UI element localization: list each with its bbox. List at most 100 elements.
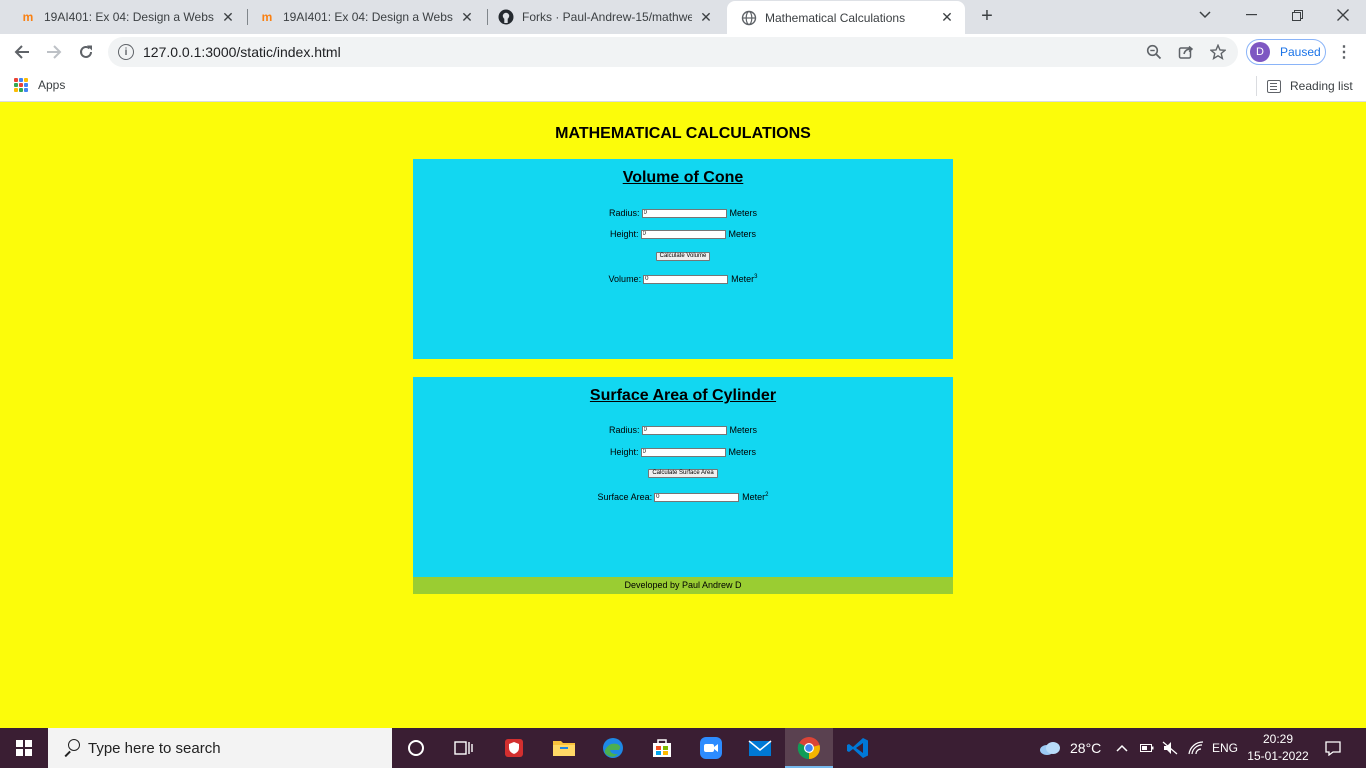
site-info-icon[interactable]: i bbox=[118, 44, 134, 60]
weather-temperature: 28°C bbox=[1070, 740, 1102, 756]
new-tab-icon[interactable]: + bbox=[976, 5, 998, 27]
browser-tab-strip: m 19AI401: Ex 04: Design a Website ✕ m 1… bbox=[0, 0, 1366, 34]
notifications-icon[interactable] bbox=[1325, 728, 1341, 768]
cone-radius-input[interactable] bbox=[641, 208, 727, 218]
language-indicator[interactable]: ENG bbox=[1212, 728, 1238, 768]
windows-taskbar: Type here to search 28°C ENG 20:29 15-01… bbox=[0, 728, 1366, 768]
weather-widget[interactable]: 28°C bbox=[1038, 728, 1101, 768]
close-window-icon[interactable] bbox=[1320, 0, 1366, 30]
reading-list-icon bbox=[1267, 79, 1281, 93]
apps-grid-icon bbox=[14, 78, 28, 92]
task-view-icon[interactable] bbox=[440, 728, 488, 768]
tab-title: 19AI401: Ex 04: Design a Website bbox=[283, 10, 453, 24]
tab-title: Mathematical Calculations bbox=[765, 10, 906, 25]
tab-title: 19AI401: Ex 04: Design a Website bbox=[44, 10, 214, 24]
minimize-icon[interactable] bbox=[1228, 0, 1274, 30]
radius-unit: Meters bbox=[729, 208, 758, 218]
vscode-icon[interactable] bbox=[834, 728, 882, 768]
restore-icon[interactable] bbox=[1274, 0, 1320, 30]
close-icon[interactable]: ✕ bbox=[220, 9, 236, 25]
reading-list-button[interactable]: Reading list bbox=[1256, 76, 1353, 96]
system-clock[interactable]: 20:29 15-01-2022 bbox=[1240, 731, 1316, 765]
volume-unit-exponent: 3 bbox=[754, 274, 758, 280]
windows-logo-icon bbox=[16, 740, 32, 756]
cylinder-height-row: Height: Meters bbox=[413, 447, 953, 457]
zoom-app-icon[interactable] bbox=[687, 728, 735, 768]
store-icon[interactable] bbox=[638, 728, 686, 768]
clock-date: 15-01-2022 bbox=[1247, 749, 1309, 763]
radius-unit: Meters bbox=[729, 425, 758, 435]
mail-icon[interactable] bbox=[736, 728, 784, 768]
battery-icon[interactable] bbox=[1140, 728, 1154, 768]
clock-time: 20:29 bbox=[1262, 732, 1294, 746]
back-arrow-icon[interactable] bbox=[8, 38, 36, 66]
browser-tab-1[interactable]: m 19AI401: Ex 04: Design a Website ✕ bbox=[6, 0, 246, 34]
page-footer: Developed by Paul Andrew D bbox=[413, 577, 953, 594]
wifi-icon[interactable] bbox=[1188, 728, 1204, 768]
globe-icon bbox=[741, 10, 757, 26]
close-icon[interactable]: ✕ bbox=[939, 9, 955, 26]
share-icon[interactable] bbox=[1177, 43, 1195, 61]
edge-browser-icon[interactable] bbox=[589, 728, 637, 768]
radius-label: Radius: bbox=[608, 425, 640, 435]
browser-tab-4[interactable]: Mathematical Calculations ✕ bbox=[727, 1, 965, 34]
reload-icon[interactable] bbox=[72, 38, 100, 66]
speaker-muted-icon[interactable] bbox=[1162, 728, 1178, 768]
chrome-icon[interactable] bbox=[785, 728, 833, 768]
file-explorer-icon[interactable] bbox=[540, 728, 588, 768]
cone-height-input[interactable] bbox=[640, 229, 726, 239]
more-menu-icon[interactable]: ⋮ bbox=[1336, 42, 1352, 62]
cloud-icon bbox=[1040, 742, 1060, 755]
browser-tab-2[interactable]: m 19AI401: Ex 04: Design a Website ✕ bbox=[245, 0, 485, 34]
cylinder-radius-input[interactable] bbox=[641, 425, 727, 435]
calculate-volume-button[interactable]: Calculate Volume bbox=[655, 252, 711, 261]
tab-search-icon[interactable] bbox=[1182, 0, 1228, 30]
profile-status: Paused bbox=[1280, 45, 1321, 59]
volume-unit: Meter3 bbox=[731, 274, 757, 284]
radius-label: Radius: bbox=[608, 208, 640, 218]
address-bar[interactable]: i 127.0.0.1:3000/static/index.html bbox=[108, 37, 1238, 67]
show-hidden-icons[interactable] bbox=[1116, 728, 1128, 768]
close-icon[interactable]: ✕ bbox=[459, 9, 475, 25]
cylinder-result-row: Surface Area: Meter2 bbox=[413, 492, 953, 502]
zoom-icon[interactable] bbox=[1145, 43, 1163, 61]
taskbar-search-box[interactable]: Type here to search bbox=[48, 728, 392, 768]
surface-area-unit-text: Meter bbox=[742, 492, 766, 502]
close-icon[interactable]: ✕ bbox=[698, 9, 714, 25]
github-icon bbox=[498, 9, 514, 25]
bookmark-star-icon[interactable] bbox=[1209, 43, 1227, 61]
tab-title: Forks · Paul-Andrew-15/mathweb bbox=[522, 10, 692, 24]
apps-shortcut[interactable]: Apps bbox=[14, 78, 65, 92]
page-title: MATHEMATICAL CALCULATIONS bbox=[555, 125, 811, 142]
height-label: Height: bbox=[609, 447, 639, 457]
cylinder-surface-area-output[interactable] bbox=[654, 492, 740, 502]
cone-volume-output[interactable] bbox=[643, 274, 729, 284]
cylinder-button-row: Calculate Surface Area bbox=[413, 469, 953, 478]
cylinder-radius-row: Radius: Meters bbox=[413, 425, 953, 435]
browser-tab-3[interactable]: Forks · Paul-Andrew-15/mathweb ✕ bbox=[484, 0, 724, 34]
security-app-icon[interactable] bbox=[490, 728, 538, 768]
start-button[interactable] bbox=[0, 728, 48, 768]
bookmarks-bar: Apps Reading list bbox=[0, 70, 1366, 102]
chevron-up-icon bbox=[1116, 744, 1128, 752]
cylinder-surface-area-card: Surface Area of Cylinder Radius: Meters … bbox=[413, 377, 953, 577]
apps-label: Apps bbox=[38, 78, 66, 92]
browser-toolbar: i 127.0.0.1:3000/static/index.html D Pau… bbox=[0, 34, 1366, 70]
cylinder-heading: Surface Area of Cylinder bbox=[589, 387, 777, 404]
avatar: D bbox=[1250, 42, 1270, 62]
url-text: 127.0.0.1:3000/static/index.html bbox=[143, 44, 341, 60]
cone-volume-card: Volume of Cone Radius: Meters Height: Me… bbox=[413, 159, 953, 359]
cylinder-height-input[interactable] bbox=[640, 447, 726, 457]
cone-radius-row: Radius: Meters bbox=[413, 208, 953, 218]
forward-arrow-icon[interactable] bbox=[40, 38, 68, 66]
calculate-surface-area-button[interactable]: Calculate Surface Area bbox=[648, 469, 718, 478]
search-placeholder: Type here to search bbox=[88, 739, 221, 757]
cone-button-row: Calculate Volume bbox=[413, 252, 953, 261]
reading-list-label: Reading list bbox=[1290, 79, 1353, 93]
cortana-icon[interactable] bbox=[392, 728, 440, 768]
cone-result-row: Volume: Meter3 bbox=[413, 274, 953, 284]
profile-button[interactable]: D Paused bbox=[1246, 39, 1326, 65]
moodle-icon: m bbox=[261, 10, 273, 24]
search-icon bbox=[62, 739, 80, 757]
surface-area-unit: Meter2 bbox=[742, 492, 768, 502]
